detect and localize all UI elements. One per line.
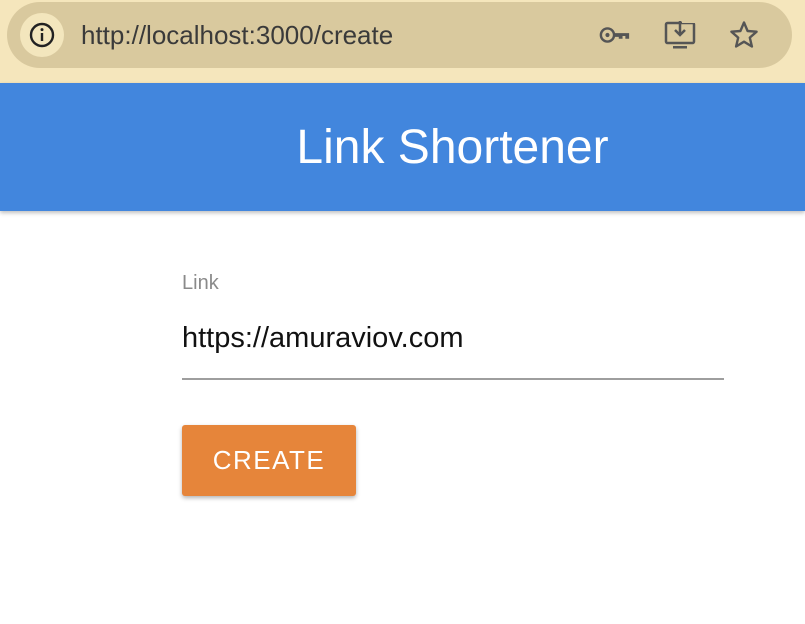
browser-toolbar: http://localhost:3000/create (0, 0, 805, 83)
create-button[interactable]: CREATE (182, 425, 356, 496)
link-field-label: Link (182, 272, 219, 294)
install-app-icon[interactable] (664, 19, 696, 51)
address-bar-url[interactable]: http://localhost:3000/create (81, 20, 393, 50)
link-input[interactable] (182, 316, 724, 360)
page-title: Link Shortener (296, 120, 609, 174)
site-info-button[interactable] (20, 13, 64, 57)
info-icon (29, 22, 55, 48)
key-icon[interactable] (599, 19, 631, 51)
app-bar: Link Shortener (0, 83, 805, 211)
star-icon[interactable] (728, 19, 760, 51)
address-bar[interactable]: http://localhost:3000/create (7, 2, 792, 68)
link-input-underline (182, 378, 724, 380)
